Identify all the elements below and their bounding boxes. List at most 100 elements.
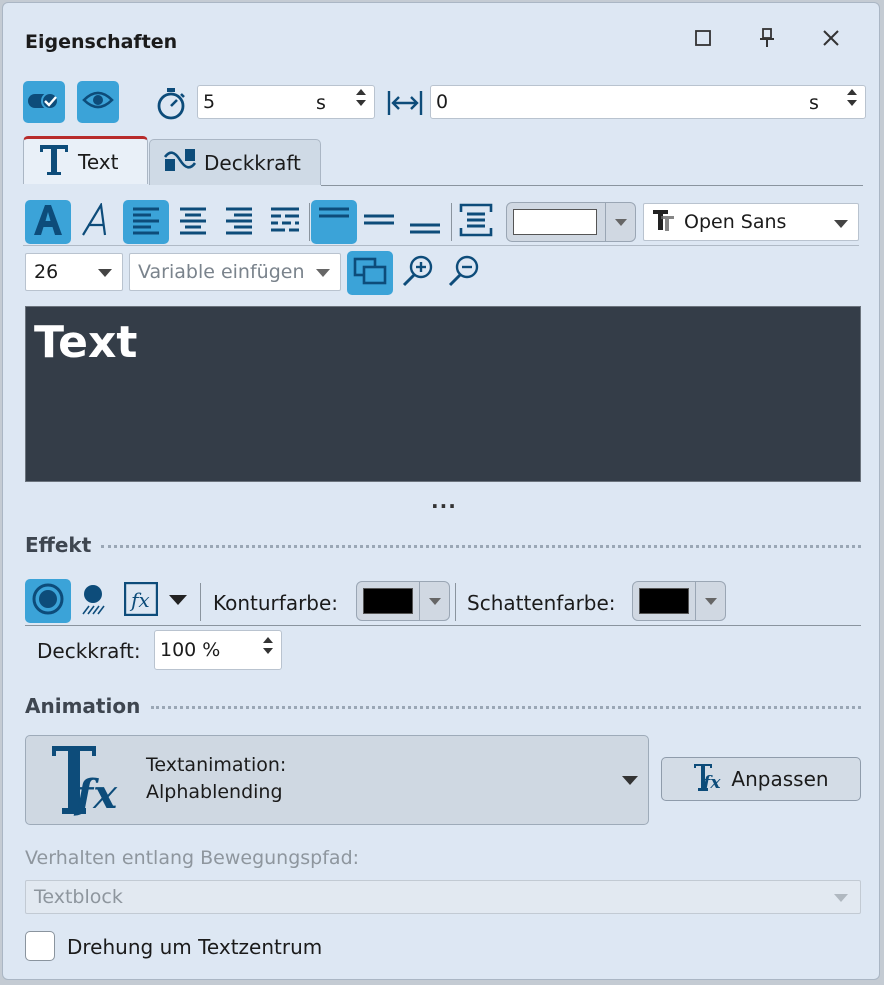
animation-section-label: Animation xyxy=(25,694,141,718)
bold-a-icon xyxy=(31,203,65,241)
spacing-icon xyxy=(387,89,423,121)
italic-button[interactable] xyxy=(75,200,115,244)
offset-spinbox[interactable]: 0 s xyxy=(430,85,866,119)
text-color-dropdown[interactable] xyxy=(605,203,635,241)
text-animation-type-value: Alphablending xyxy=(146,781,283,803)
tab-opacity-label: Deckkraft xyxy=(204,150,301,175)
align-right-button[interactable] xyxy=(219,200,259,244)
fit-bracket-icon xyxy=(459,203,493,241)
text-color-picker[interactable] xyxy=(506,202,636,242)
close-icon xyxy=(822,29,840,51)
insert-variable-select[interactable]: Variable einfügen xyxy=(129,253,341,291)
zoom-out-icon xyxy=(447,254,481,292)
svg-text:fx: fx xyxy=(73,771,118,818)
zoom-in-button[interactable] xyxy=(398,251,438,295)
preview-eye-button[interactable] xyxy=(77,81,119,123)
duration-unit: s xyxy=(316,92,326,114)
align-center-icon xyxy=(178,205,208,239)
align-center-button[interactable] xyxy=(173,200,213,244)
align-left-button[interactable] xyxy=(123,200,169,244)
text-animation-type-label: Textanimation: xyxy=(146,754,287,776)
valign-middle-button[interactable] xyxy=(359,200,399,244)
svg-text:fx: fx xyxy=(129,588,150,612)
opacity-wave-icon xyxy=(163,147,197,178)
text-animation-fx-icon: fx xyxy=(50,742,130,822)
duration-value: 5 xyxy=(203,91,216,113)
svg-text:fx: fx xyxy=(702,773,721,793)
font-size-select[interactable]: 26 xyxy=(25,253,123,291)
adjust-animation-label: Anpassen xyxy=(731,767,829,791)
visibility-toggle-button[interactable] xyxy=(23,81,65,123)
duration-spinbox[interactable]: 5 s xyxy=(197,85,375,119)
fx-effect-button[interactable]: fx xyxy=(121,579,161,623)
font-size-value: 26 xyxy=(34,261,59,283)
text-editor-content: Text xyxy=(34,317,138,368)
maximize-icon xyxy=(695,30,711,50)
rotate-center-checkbox[interactable] xyxy=(25,931,55,961)
text-color-swatch xyxy=(513,209,597,235)
contour-color-label: Konturfarbe: xyxy=(213,591,339,615)
rotate-center-label: Drehung um Textzentrum xyxy=(67,935,323,959)
italic-a-icon xyxy=(79,201,111,241)
effect-section-label: Effekt xyxy=(25,533,92,557)
font-family-select[interactable]: Open Sans xyxy=(643,203,859,241)
offset-value: 0 xyxy=(436,91,449,113)
motion-path-select[interactable]: Textblock xyxy=(25,880,861,914)
tab-strip-line xyxy=(321,185,863,186)
align-justify-button[interactable] xyxy=(265,200,305,244)
panel-title: Eigenschaften xyxy=(25,31,178,53)
motion-path-label: Verhalten entlang Bewegungspfad: xyxy=(25,847,360,869)
contour-color-dropdown[interactable] xyxy=(419,582,449,620)
font-tt-icon xyxy=(652,208,676,237)
toggle-check-icon xyxy=(27,89,61,115)
valign-top-button[interactable] xyxy=(311,200,357,244)
valign-top-icon xyxy=(318,205,350,239)
offset-spin-arrows[interactable] xyxy=(845,89,859,106)
shadow-color-swatch xyxy=(639,588,689,614)
text-editor-area[interactable]: Text xyxy=(25,306,861,482)
shadow-color-dropdown[interactable] xyxy=(695,582,725,620)
zoom-in-icon xyxy=(401,254,435,292)
fit-text-button[interactable] xyxy=(456,200,496,244)
align-left-icon xyxy=(131,205,161,239)
text-t-icon xyxy=(38,142,70,181)
contour-color-picker[interactable] xyxy=(356,581,450,621)
effect-opacity-value: 100 % xyxy=(160,639,221,661)
insert-variable-label: Variable einfügen xyxy=(138,261,305,283)
tab-opacity[interactable]: Deckkraft xyxy=(149,139,321,185)
effect-opacity-label: Deckkraft: xyxy=(37,639,141,663)
pin-button[interactable] xyxy=(749,25,785,55)
motion-path-value: Textblock xyxy=(34,886,123,908)
outline-effect-button[interactable] xyxy=(25,579,71,623)
shadow-ball-icon xyxy=(79,582,107,620)
close-button[interactable] xyxy=(813,25,849,55)
eye-icon xyxy=(82,89,114,115)
align-justify-icon xyxy=(269,205,301,239)
resize-handle[interactable]: ... xyxy=(431,489,457,513)
shadow-color-picker[interactable] xyxy=(632,581,726,621)
text-animation-dropdown-arrow xyxy=(622,776,638,785)
valign-bottom-button[interactable] xyxy=(405,200,445,244)
adjust-animation-button[interactable]: fx Anpassen xyxy=(661,757,861,801)
effect-opacity-spinbox[interactable]: 100 % xyxy=(154,630,282,670)
zoom-out-button[interactable] xyxy=(444,251,484,295)
pin-icon xyxy=(759,28,775,52)
font-family-value: Open Sans xyxy=(684,211,787,233)
fx-icon: fx xyxy=(123,581,159,620)
outline-ring-icon xyxy=(31,582,65,620)
duration-spin-arrows[interactable] xyxy=(354,89,368,106)
fx-dropdown-arrow[interactable] xyxy=(169,595,187,605)
text-animation-select[interactable]: fx Textanimation: Alphablending xyxy=(25,735,649,825)
effect-opacity-spin-arrows[interactable] xyxy=(261,637,275,654)
maximize-button[interactable] xyxy=(685,25,721,55)
adjust-fx-icon: fx xyxy=(693,761,725,798)
tab-text-label: Text xyxy=(78,149,119,174)
properties-panel: Eigenschaften 5 s 0 s Text Deckkraft Ope… xyxy=(2,2,880,980)
shadow-effect-button[interactable] xyxy=(73,579,113,623)
stopwatch-icon xyxy=(155,87,187,125)
layer-order-button[interactable] xyxy=(347,251,393,295)
shadow-color-label: Schattenfarbe: xyxy=(467,591,616,615)
layers-icon xyxy=(353,256,387,290)
tab-text[interactable]: Text xyxy=(23,136,148,184)
bold-button[interactable] xyxy=(25,200,71,244)
